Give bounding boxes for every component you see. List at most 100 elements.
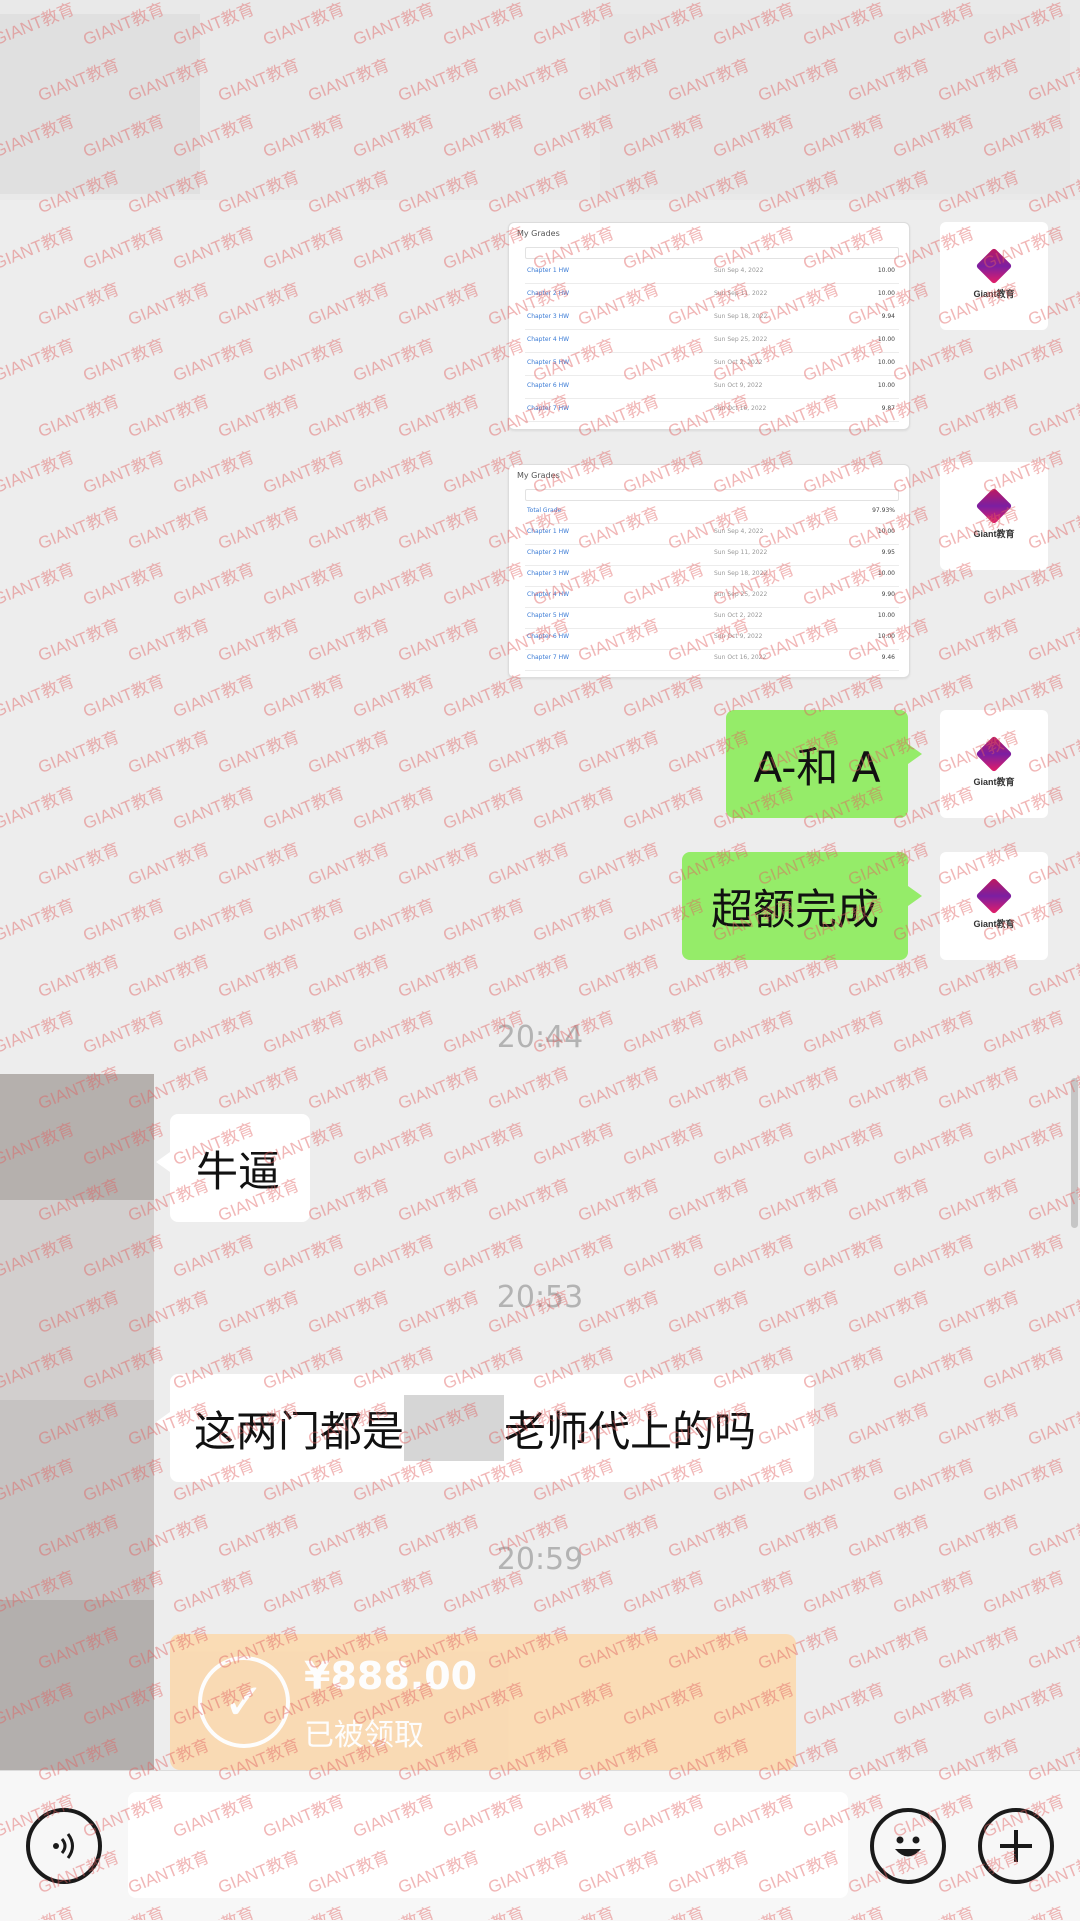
watermark-text: GIANT教育 — [980, 1343, 1068, 1394]
watermark-text: GIANT教育 — [485, 727, 573, 778]
shot-row-date: Sun Oct 9, 2022 — [714, 633, 763, 640]
shot-row-divider — [525, 523, 899, 524]
watermark-text: GIANT教育 — [1025, 615, 1080, 666]
watermark-text: GIANT教育 — [125, 279, 213, 330]
watermark-text: GIANT教育 — [845, 1175, 933, 1226]
watermark-text: GIANT教育 — [260, 1231, 348, 1282]
avatar-self[interactable]: Giant教育 — [940, 710, 1048, 818]
watermark-text: GIANT教育 — [620, 1119, 708, 1170]
message-bubble-outgoing[interactable]: A-和 A — [726, 710, 922, 818]
logo-icon — [975, 877, 1013, 914]
watermark-text: GIANT教育 — [935, 1399, 1023, 1450]
watermark-text: GIANT教育 — [215, 503, 303, 554]
shot-row-label: Chapter 5 HW — [527, 612, 570, 619]
red-packet-message[interactable]: ✓ ¥888.00 已被领取 — [170, 1634, 796, 1770]
watermark-text: GIANT教育 — [0, 671, 78, 722]
image-message-grades-2[interactable]: My Grades Total Grade 97.93% Chapter 1 HW S… — [508, 464, 910, 678]
shot-row-label: Chapter 6 HW — [527, 382, 570, 389]
watermark-text: GIANT教育 — [35, 503, 123, 554]
shot-row-divider — [525, 544, 899, 545]
shot-row-label: Chapter 5 HW — [527, 359, 570, 366]
watermark-text: GIANT教育 — [215, 839, 303, 890]
shot-row-label: Chapter 2 HW — [527, 290, 570, 297]
message-bubble-incoming[interactable]: 牛逼 — [156, 1114, 310, 1222]
shot-row-score: 10.00 — [877, 528, 895, 535]
avatar-self[interactable]: Giant教育 — [940, 462, 1048, 570]
shot-row-score: 10.00 — [877, 633, 895, 640]
watermark-text: GIANT教育 — [35, 391, 123, 442]
blurred-avatar-contact — [0, 1074, 154, 1200]
voice-icon[interactable] — [26, 1808, 102, 1884]
watermark-text: GIANT教育 — [0, 223, 78, 274]
watermark-text: GIANT教育 — [395, 279, 483, 330]
shot-row-divider — [525, 586, 899, 587]
message-input[interactable] — [128, 1792, 848, 1898]
watermark-text: GIANT教育 — [0, 335, 78, 386]
watermark-text: GIANT教育 — [980, 1231, 1068, 1282]
watermark-text: GIANT教育 — [80, 671, 168, 722]
watermark-text: GIANT教育 — [0, 559, 78, 610]
watermark-text: GIANT教育 — [305, 951, 393, 1002]
watermark-text: GIANT教育 — [935, 1175, 1023, 1226]
watermark-text: GIANT教育 — [890, 1679, 978, 1730]
watermark-text: GIANT教育 — [350, 671, 438, 722]
watermark-text: GIANT教育 — [620, 783, 708, 834]
watermark-text: GIANT教育 — [170, 895, 258, 946]
shot-row-date: Sun Sep 4, 2022 — [714, 528, 764, 535]
timestamp: 20:59 — [496, 1542, 584, 1577]
shot-row-divider — [525, 649, 899, 650]
watermark-text: GIANT教育 — [260, 783, 348, 834]
watermark-text: GIANT教育 — [35, 727, 123, 778]
watermark-text: GIANT教育 — [440, 1119, 528, 1170]
avatar-self[interactable]: Giant教育 — [940, 222, 1048, 330]
watermark-text: GIANT教育 — [0, 447, 78, 498]
shot-row-divider — [525, 421, 899, 422]
watermark-text: GIANT教育 — [215, 279, 303, 330]
shot-row-divider — [525, 283, 899, 284]
watermark-text: GIANT教育 — [350, 783, 438, 834]
watermark-text: GIANT教育 — [800, 1679, 888, 1730]
shot-row-date: Sun Oct 9, 2022 — [714, 382, 763, 389]
watermark-text: GIANT教育 — [125, 391, 213, 442]
watermark-text: GIANT教育 — [890, 1343, 978, 1394]
emoji-icon[interactable] — [870, 1808, 946, 1884]
shot-row-label: Chapter 7 HW — [527, 405, 570, 412]
blurred-message — [600, 14, 1070, 194]
image-message-grades-1[interactable]: My Grades Chapter 1 HW Sun Sep 4, 2022 10.… — [508, 222, 910, 430]
message-bubble-incoming[interactable]: 这两门都是 老师代上的吗 — [156, 1374, 814, 1482]
watermark-text: GIANT教育 — [440, 1231, 528, 1282]
watermark-text: GIANT教育 — [125, 951, 213, 1002]
shot-row-divider — [525, 628, 899, 629]
watermark-text: GIANT教育 — [350, 447, 438, 498]
shot-row-score: 10.00 — [877, 290, 895, 297]
shot-row-label: Chapter 6 HW — [527, 633, 570, 640]
message-bubble-outgoing[interactable]: 超额完成 — [682, 852, 922, 960]
message-text: A-和 A — [753, 742, 881, 792]
shot-row-date: Sun Oct 16, 2022 — [714, 405, 767, 412]
shot-row-label: Chapter 1 HW — [527, 528, 570, 535]
watermark-text: GIANT教育 — [710, 1231, 798, 1282]
shot-row-score: 9.95 — [881, 549, 895, 556]
avatar-self[interactable]: Giant教育 — [940, 852, 1048, 960]
scrollbar[interactable] — [1071, 1078, 1078, 1228]
shot-filter-bar — [525, 489, 899, 501]
shot-row-date: Sun Sep 4, 2022 — [714, 267, 764, 274]
watermark-text: GIANT教育 — [980, 335, 1068, 386]
watermark-text: GIANT教育 — [260, 671, 348, 722]
plus-icon[interactable] — [978, 1808, 1054, 1884]
watermark-text: GIANT教育 — [530, 895, 618, 946]
shot-row-label: Chapter 3 HW — [527, 570, 570, 577]
watermark-text: GIANT教育 — [665, 1063, 753, 1114]
timestamp: 20:44 — [496, 1020, 584, 1055]
shot-row-score: 9.94 — [881, 313, 895, 320]
shot-row-date: Sun Sep 18, 2022 — [714, 570, 768, 577]
watermark-text: GIANT教育 — [485, 951, 573, 1002]
watermark-text: GIANT教育 — [35, 839, 123, 890]
watermark-text: GIANT教育 — [845, 1063, 933, 1114]
watermark-text: GIANT教育 — [125, 727, 213, 778]
watermark-text: GIANT教育 — [935, 1063, 1023, 1114]
watermark-text: GIANT教育 — [395, 951, 483, 1002]
watermark-text: GIANT教育 — [980, 1455, 1068, 1506]
shot-row-score: 10.00 — [877, 382, 895, 389]
watermark-text: GIANT教育 — [620, 1231, 708, 1282]
